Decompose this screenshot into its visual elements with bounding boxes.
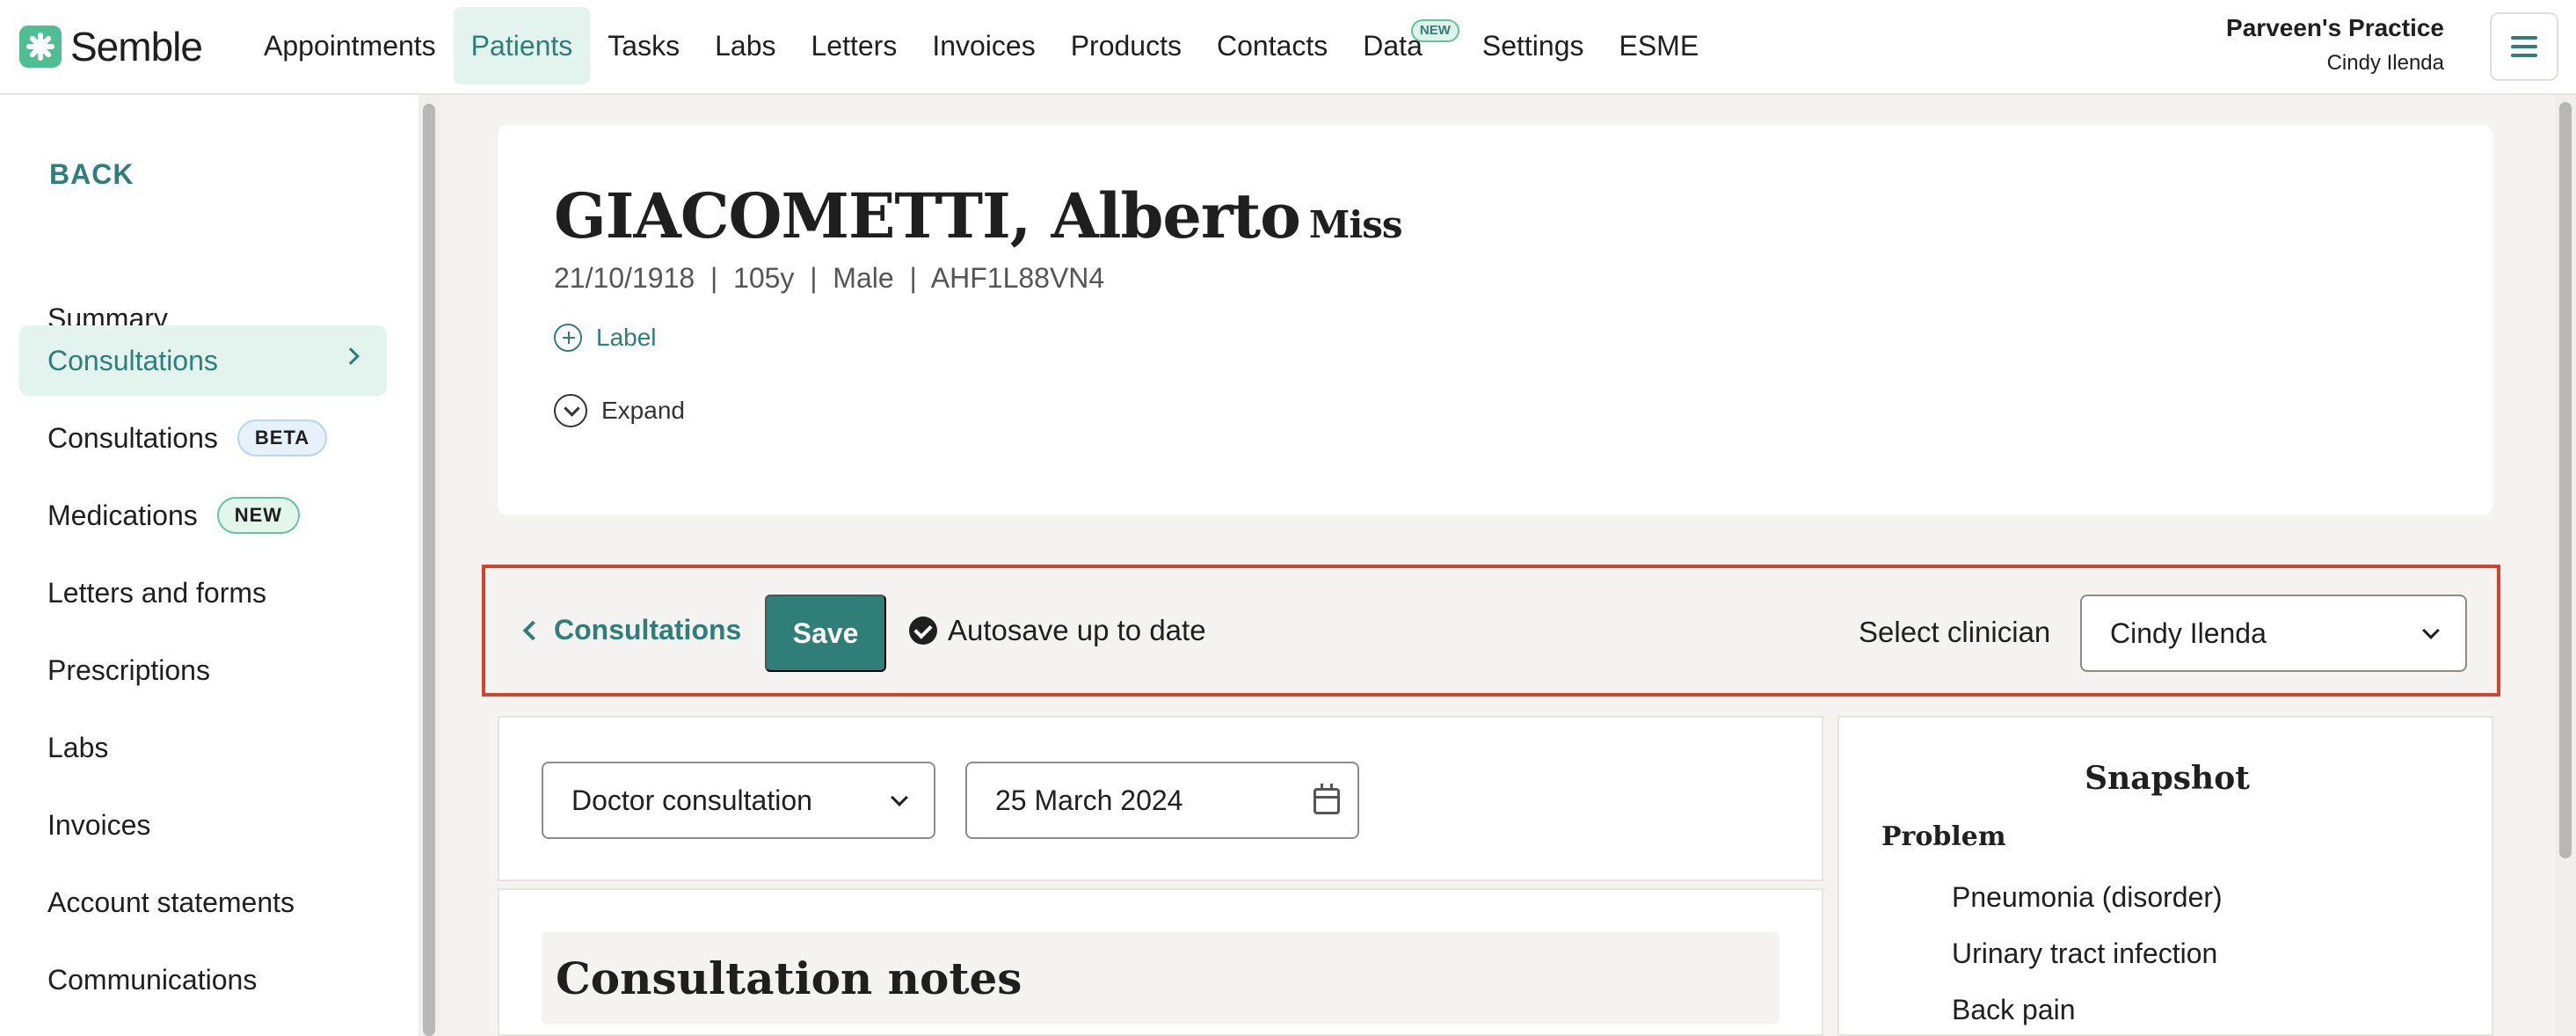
- practice-info[interactable]: Parveen's Practice Cindy Ilenda: [2226, 14, 2444, 76]
- snapshot-panel: Snapshot Problem Pneumonia (disorder) Ur…: [1837, 716, 2493, 1036]
- back-to-consultations-link[interactable]: Consultations: [522, 614, 742, 646]
- clinician-select[interactable]: Cindy Ilenda: [2080, 595, 2467, 672]
- chevron-down-icon: [891, 789, 908, 806]
- nav-item-esme[interactable]: ESME: [1601, 7, 1716, 84]
- main-nav: Appointments Patients Tasks Labs Letters…: [246, 7, 1716, 84]
- semble-logo-icon: [19, 26, 62, 68]
- list-item: Pneumonia (disorder): [1952, 881, 2223, 913]
- nav-item-appointments[interactable]: Appointments: [246, 7, 454, 84]
- back-link[interactable]: BACK: [49, 158, 134, 191]
- consultation-date-value: 25 March 2024: [995, 784, 1183, 816]
- top-navigation-bar: Semble Appointments Patients Tasks Labs …: [0, 0, 2576, 95]
- chevron-left-icon: [522, 620, 543, 640]
- consultation-toolbar: Consultations Save Autosave up to date S…: [482, 565, 2500, 697]
- current-user-name: Cindy Ilenda: [2326, 51, 2444, 75]
- consultation-notes-heading: Consultation notes: [542, 932, 1779, 1024]
- sidebar-item-label: Communications: [47, 963, 258, 996]
- list-item: Back pain: [1952, 994, 2076, 1025]
- sidebar-scrollbar-thumb[interactable]: [423, 104, 435, 1036]
- consultation-details-card: Doctor consultation 25 March 2024: [498, 716, 1823, 881]
- sidebar-item-prescriptions[interactable]: Prescriptions: [19, 635, 387, 705]
- main-scrollbar[interactable]: [2555, 95, 2576, 1036]
- sidebar-item-label: Consultations: [47, 421, 218, 454]
- problem-list: Pneumonia (disorder) Urinary tract infec…: [1952, 876, 2223, 1036]
- sidebar-item-label: Prescriptions: [47, 653, 210, 686]
- sidebar-item-label: Account statements: [47, 886, 295, 918]
- autosave-status: Autosave up to date: [909, 614, 1206, 647]
- hamburger-icon[interactable]: [2490, 12, 2558, 81]
- chevron-right-icon: [342, 347, 360, 365]
- nav-item-patients[interactable]: Patients: [453, 7, 591, 84]
- nav-item-settings[interactable]: Settings: [1465, 7, 1602, 84]
- beta-badge: BETA: [236, 420, 328, 456]
- new-badge: NEW: [216, 497, 301, 534]
- sidebar-item-consultations-beta[interactable]: Consultations BETA: [19, 403, 387, 473]
- patient-sidebar: BACK Summary Consultations Consultations…: [0, 95, 418, 1036]
- main-scrollbar-thumb[interactable]: [2559, 102, 2572, 858]
- semble-logo[interactable]: Semble: [19, 23, 203, 70]
- sidebar-item-label: Invoices: [47, 808, 151, 841]
- calendar-icon[interactable]: [1313, 784, 1340, 814]
- patient-full-name: GIACOMETTI, Alberto: [554, 179, 1301, 252]
- new-badge: NEW: [1410, 19, 1459, 42]
- chevron-down-circle-icon: [554, 394, 587, 427]
- consultation-notes-card: Consultation notes: [498, 888, 1823, 1036]
- sidebar-scrollbar[interactable]: [418, 95, 440, 1036]
- patient-title: Miss: [1308, 203, 1403, 246]
- save-button[interactable]: Save: [765, 595, 886, 672]
- sidebar-item-invoices[interactable]: Invoices: [19, 790, 387, 860]
- nav-item-contacts[interactable]: Contacts: [1199, 7, 1345, 84]
- nav-item-labs[interactable]: Labs: [697, 7, 793, 84]
- sidebar-item-letters-and-forms[interactable]: Letters and forms: [19, 558, 387, 628]
- patient-demographics: 21/10/1918 | 105y | Male | AHF1L88VN4: [554, 262, 1105, 294]
- nav-item-letters[interactable]: Letters: [793, 7, 914, 84]
- autosave-status-text: Autosave up to date: [948, 614, 1206, 646]
- expand-button[interactable]: Expand: [554, 394, 685, 427]
- back-to-consultations-label: Consultations: [554, 614, 742, 646]
- nav-item-invoices[interactable]: Invoices: [914, 7, 1052, 84]
- nav-item-data[interactable]: Data NEW: [1345, 7, 1459, 84]
- sidebar-item-label: Letters and forms: [47, 576, 266, 609]
- patient-header-card: GIACOMETTI, Alberto Miss 21/10/1918 | 105…: [498, 125, 2493, 515]
- consultation-type-select[interactable]: Doctor consultation: [542, 762, 935, 839]
- sidebar-item-medications[interactable]: Medications NEW: [19, 480, 387, 551]
- brand-name: Semble: [70, 24, 203, 69]
- sidebar-item-label: Medications: [47, 499, 198, 531]
- expand-text: Expand: [601, 397, 685, 424]
- sidebar-item-communications[interactable]: Communications: [19, 945, 387, 1015]
- consultation-date-input[interactable]: 25 March 2024: [965, 762, 1359, 839]
- consultation-type-value: Doctor consultation: [571, 784, 812, 816]
- clinician-select-value: Cindy Ilenda: [2110, 616, 2267, 649]
- add-label-button[interactable]: Label: [554, 324, 657, 352]
- chevron-down-icon: [2422, 622, 2440, 639]
- list-item: Urinary tract infection: [1952, 938, 2218, 969]
- sidebar-item-consultations[interactable]: Consultations: [19, 325, 387, 396]
- select-clinician-label: Select clinician: [1859, 616, 2051, 648]
- sidebar-item-labs[interactable]: Labs: [19, 712, 387, 783]
- practice-name: Parveen's Practice: [2226, 14, 2444, 41]
- sidebar-item-label: Consultations: [47, 344, 218, 376]
- plus-circle-icon: [554, 324, 582, 352]
- sidebar-item-label: Labs: [47, 731, 109, 763]
- nav-item-tasks[interactable]: Tasks: [590, 7, 697, 84]
- patient-name: GIACOMETTI, Alberto Miss: [554, 179, 1403, 252]
- add-label-text: Label: [596, 324, 657, 351]
- nav-item-products[interactable]: Products: [1053, 7, 1199, 84]
- snapshot-title: Snapshot: [2085, 760, 2250, 797]
- sidebar-item-account-statements[interactable]: Account statements: [19, 867, 387, 938]
- problem-heading: Problem: [1881, 821, 2006, 852]
- check-circle-icon: [909, 616, 937, 645]
